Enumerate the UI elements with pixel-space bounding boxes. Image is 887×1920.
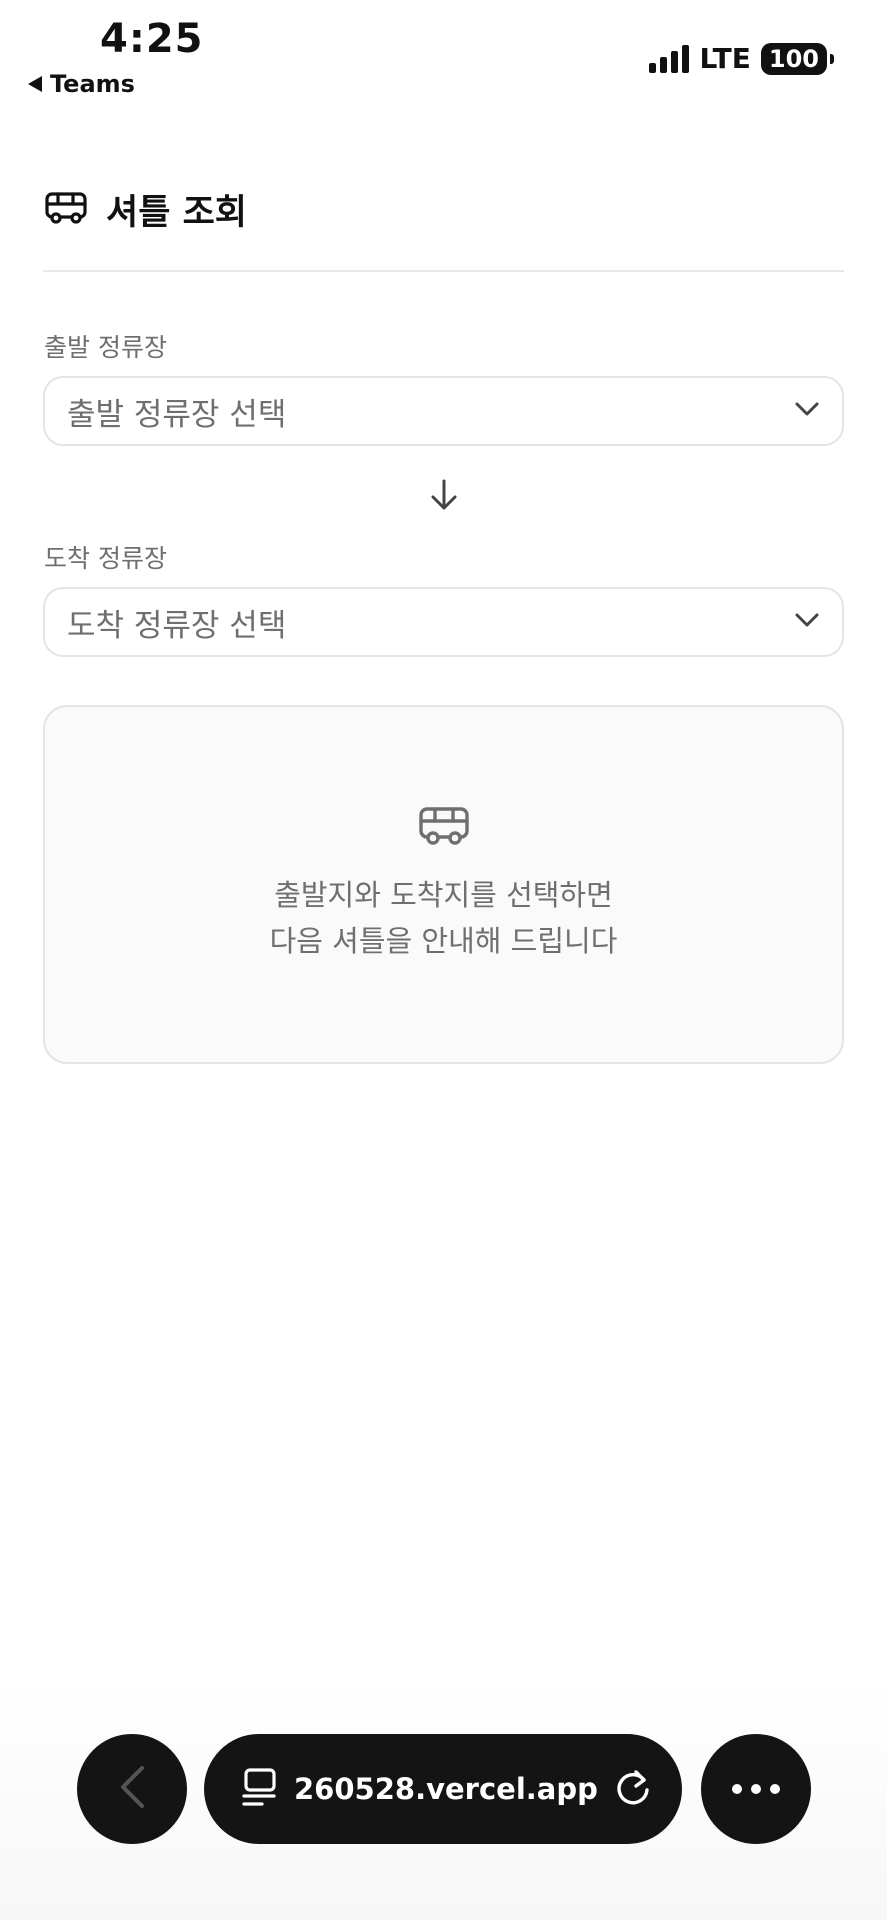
- status-indicators: LTE 100: [649, 42, 835, 75]
- browser-back-button[interactable]: [77, 1734, 187, 1844]
- status-time: 4:25: [100, 16, 204, 62]
- arrival-select[interactable]: 도착 정류장 선택: [43, 587, 844, 657]
- tabs-icon[interactable]: [240, 1767, 278, 1811]
- departure-label: 출발 정류장: [44, 333, 167, 362]
- empty-state-line-1: 출발지와 도착지를 선택하면: [274, 877, 613, 912]
- arrow-down-icon: [429, 478, 459, 516]
- empty-state-message: 출발지와 도착지를 선택하면 다음 셔틀을 안내해 드립니다: [270, 872, 618, 964]
- address-bar[interactable]: 260528.vercel.app: [204, 1734, 682, 1844]
- back-app-label: Teams: [50, 70, 135, 98]
- chevron-down-icon: [794, 612, 820, 632]
- page-header: 셔틀 조회: [44, 184, 247, 235]
- chevron-left-icon: [117, 1764, 147, 1814]
- url-text[interactable]: 260528.vercel.app: [294, 1772, 598, 1806]
- departure-select-value: 출발 정류장 선택: [67, 396, 287, 433]
- bus-icon: [418, 806, 470, 850]
- signal-icon: [649, 44, 690, 73]
- bus-icon: [44, 191, 88, 229]
- header-divider: [43, 270, 844, 272]
- chevron-down-icon: [794, 401, 820, 421]
- arrival-label: 도착 정류장: [44, 544, 167, 573]
- reload-icon[interactable]: [614, 1766, 652, 1812]
- network-type: LTE: [699, 42, 751, 75]
- arrival-select-value: 도착 정류장 선택: [67, 607, 287, 644]
- departure-select[interactable]: 출발 정류장 선택: [43, 376, 844, 446]
- more-icon: [731, 1780, 781, 1799]
- battery-icon: 100: [760, 42, 835, 75]
- empty-state-card: 출발지와 도착지를 선택하면 다음 셔틀을 안내해 드립니다: [43, 705, 844, 1064]
- page-title: 셔틀 조회: [106, 193, 247, 233]
- more-options-button[interactable]: [701, 1734, 811, 1844]
- back-triangle-icon: [28, 76, 42, 92]
- back-to-app-button[interactable]: Teams: [28, 70, 135, 98]
- empty-state-line-2: 다음 셔틀을 안내해 드립니다: [269, 923, 618, 958]
